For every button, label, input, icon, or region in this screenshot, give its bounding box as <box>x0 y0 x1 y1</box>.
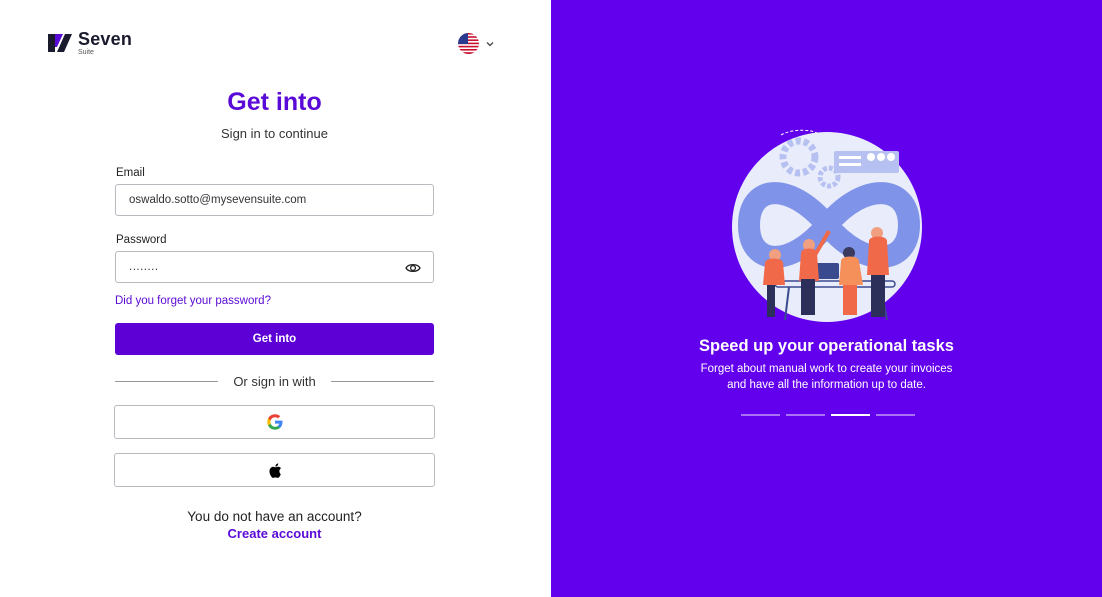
email-field[interactable] <box>115 184 434 216</box>
promo-description-line-1: Forget about manual work to create your … <box>700 363 953 375</box>
email-label: Email <box>116 167 145 179</box>
brand-sub: Suite <box>78 49 94 56</box>
google-icon <box>266 414 282 430</box>
divider-line <box>330 380 434 382</box>
brand-logo: Seven Suite <box>48 30 132 56</box>
carousel-dot[interactable] <box>741 414 780 416</box>
team-collaboration-illustration <box>732 129 922 322</box>
divider-text: Or sign in with <box>233 373 316 389</box>
password-label: Password <box>116 234 167 246</box>
login-panel: Seven Suite Get into Sign in to continue… <box>0 0 551 597</box>
chevron-down-icon <box>486 41 494 46</box>
language-selector[interactable] <box>458 33 495 54</box>
seven-logo-icon <box>48 34 72 52</box>
promo-panel: Speed up your operational tasks Forget a… <box>551 0 1102 597</box>
promo-title: Speed up your operational tasks <box>699 337 954 355</box>
promo-description-line-2: and have all the information up to date. <box>727 379 926 391</box>
brand-name: Seven <box>78 29 133 49</box>
sign-in-button[interactable]: Get into <box>115 323 434 355</box>
social-divider: Or sign in with <box>115 372 434 390</box>
google-sign-in-button[interactable] <box>114 405 435 439</box>
us-flag-icon <box>458 33 479 54</box>
forgot-password-link[interactable]: Did you forget your password? <box>115 295 271 307</box>
carousel-dot[interactable] <box>786 414 825 416</box>
create-account-link[interactable]: Create account <box>115 526 434 541</box>
page-subtitle: Sign in to continue <box>221 126 328 141</box>
divider-line <box>115 380 219 382</box>
carousel-indicators <box>741 414 915 416</box>
password-input[interactable]: ........ <box>129 261 159 273</box>
carousel-dot[interactable] <box>876 414 915 416</box>
email-input[interactable] <box>129 194 389 206</box>
apple-icon <box>269 462 281 478</box>
password-field[interactable]: ........ <box>115 251 434 283</box>
carousel-dot[interactable] <box>831 414 870 416</box>
show-password-icon[interactable] <box>405 260 421 276</box>
no-account-text: You do not have an account? <box>187 509 362 524</box>
page-title: Get into <box>227 88 322 116</box>
apple-sign-in-button[interactable] <box>114 453 435 487</box>
